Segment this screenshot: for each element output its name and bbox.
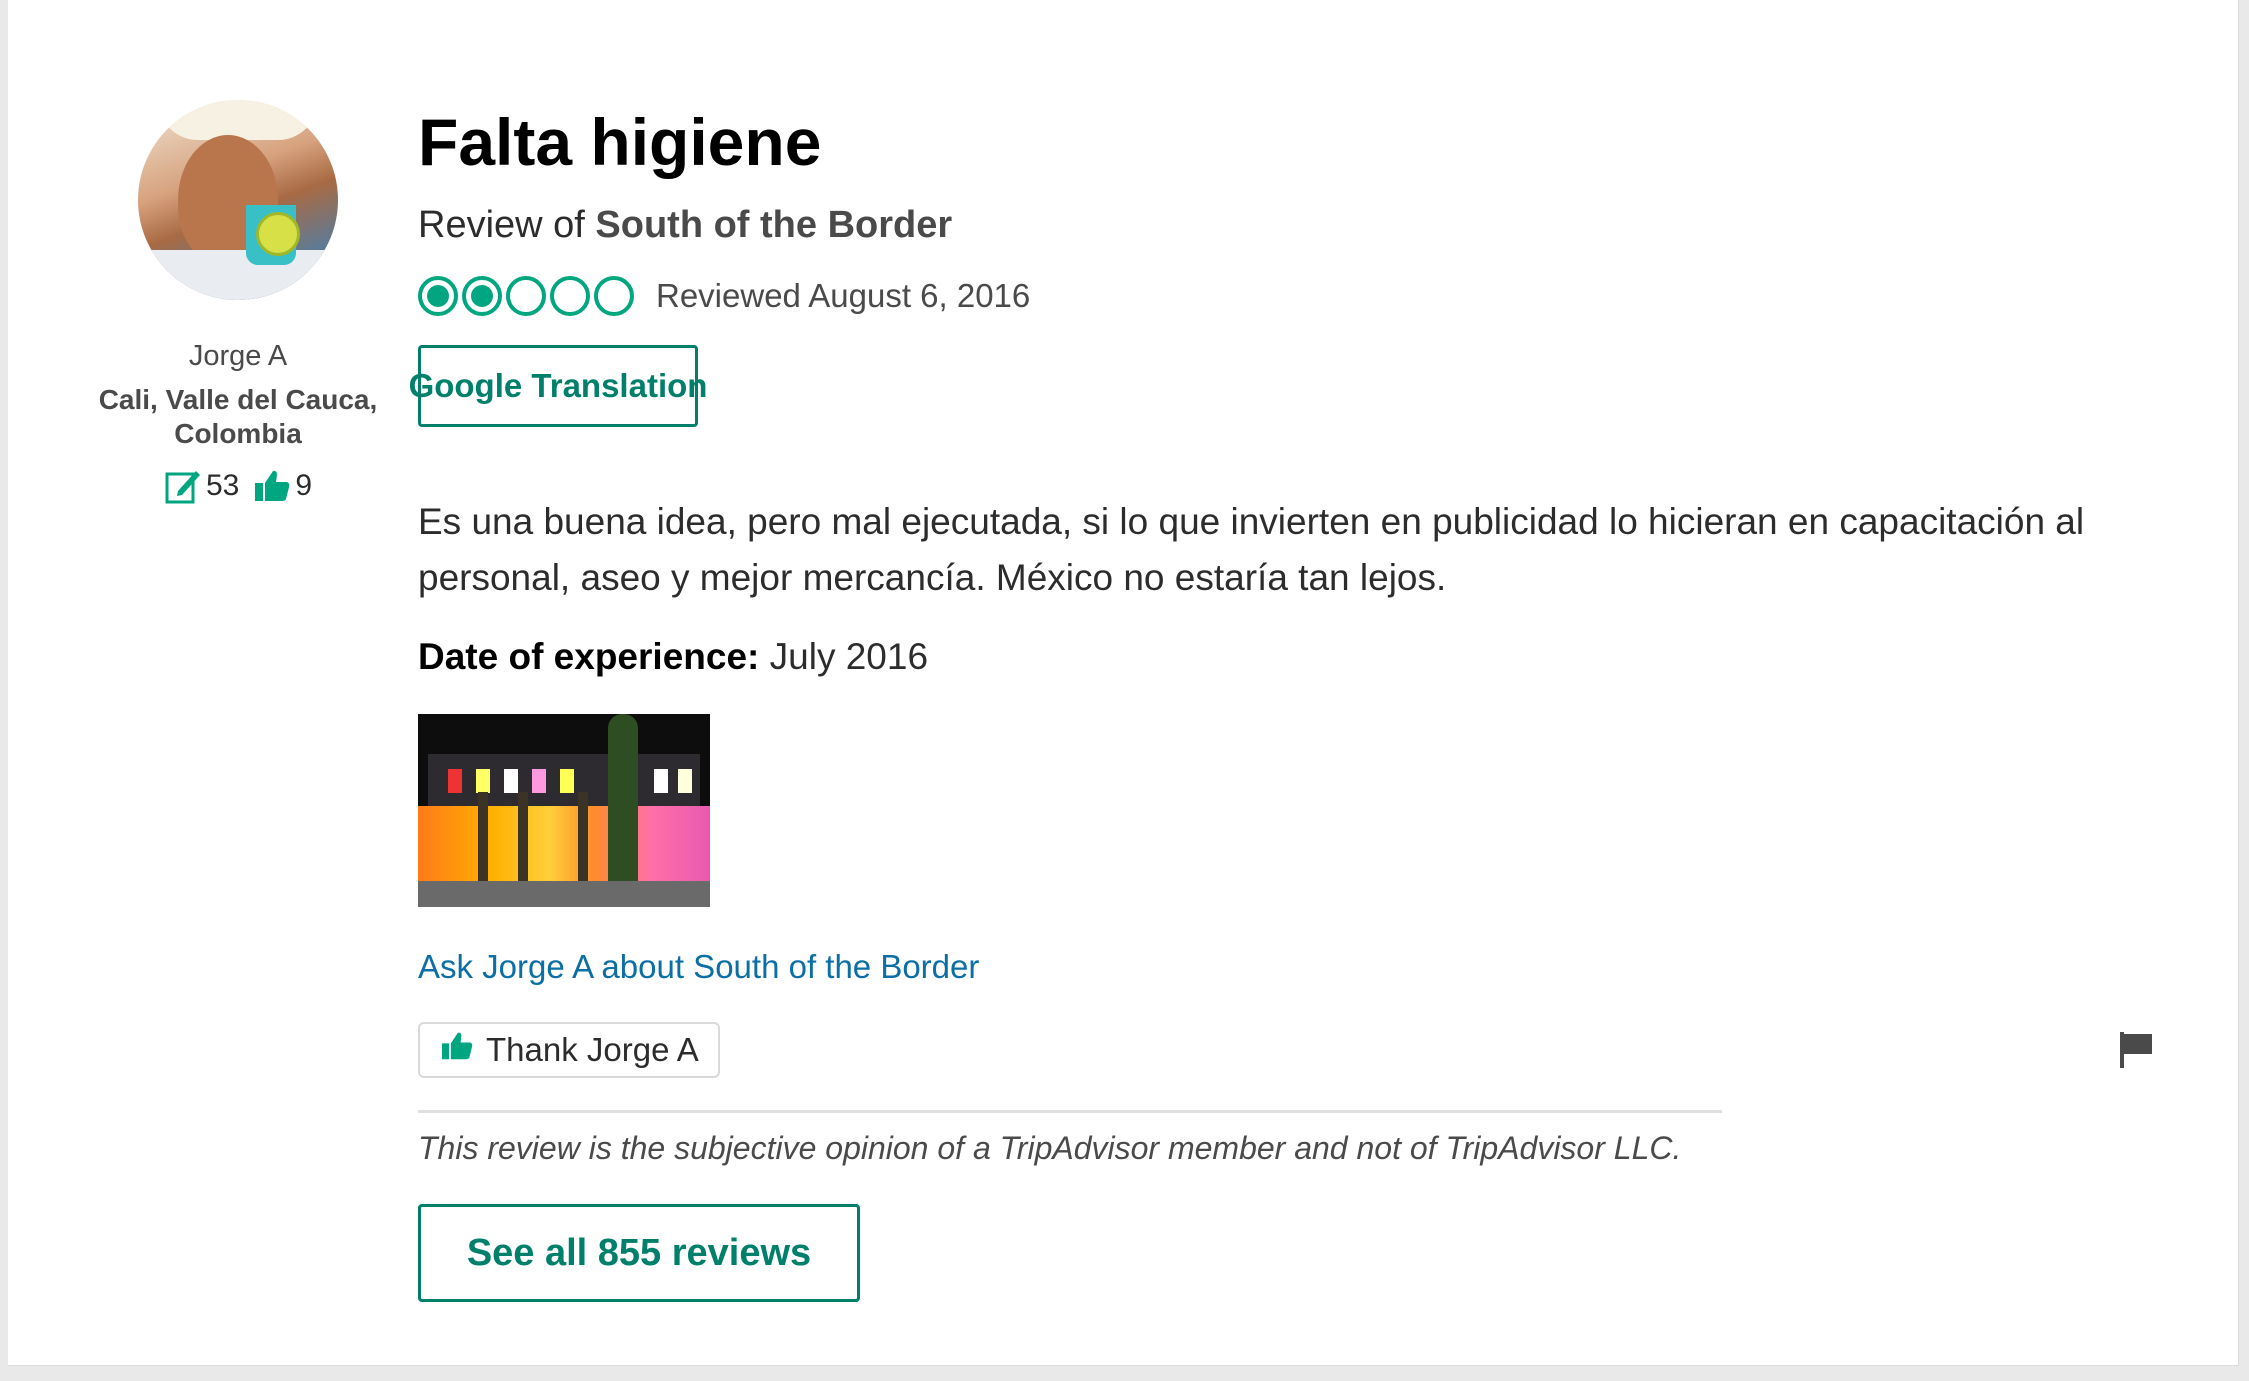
ask-member-link[interactable]: Ask Jorge A about South of the Border xyxy=(418,948,979,986)
pencil-square-icon xyxy=(164,467,202,505)
rating-bubble-icon xyxy=(462,276,502,316)
rating-bubble-icon xyxy=(594,276,634,316)
review-disclaimer: This review is the subjective opinion of… xyxy=(418,1130,1682,1166)
review-text: Es una buena idea, pero mal ejecutada, s… xyxy=(418,501,2085,598)
review-of-prefix: Review of xyxy=(418,204,585,246)
place-name-link[interactable]: South of the Border xyxy=(595,204,952,246)
member-stats: 53 9 xyxy=(68,467,408,505)
helpful-votes-stat: 9 xyxy=(253,467,312,505)
flag-icon[interactable] xyxy=(2118,1030,2154,1075)
thumbs-up-icon xyxy=(253,467,291,505)
member-location: Cali, Valle del Cauca, Colombia xyxy=(98,384,378,449)
see-all-reviews-button[interactable]: See all 855 reviews xyxy=(418,1204,860,1302)
date-of-experience-value: July 2016 xyxy=(769,636,929,677)
reviews-count: 53 xyxy=(205,469,240,502)
review-of: Review of South of the Border xyxy=(418,204,952,247)
review-photo-thumbnail[interactable] xyxy=(418,714,710,907)
member-info: Jorge A Cali, Valle del Cauca, Colombia … xyxy=(68,100,408,505)
bubble-rating xyxy=(418,276,634,316)
rating-bubble-icon xyxy=(550,276,590,316)
thank-button-label: Thank Jorge A xyxy=(486,1031,699,1068)
date-of-experience: Date of experience: July 2016 xyxy=(418,636,928,678)
avatar[interactable] xyxy=(138,100,338,300)
reviews-count-stat: 53 xyxy=(164,467,239,505)
rating-bubble-icon xyxy=(418,276,458,316)
review-card: Jorge A Cali, Valle del Cauca, Colombia … xyxy=(8,0,2239,1366)
member-username[interactable]: Jorge A xyxy=(68,340,408,373)
review-title: Falta higiene xyxy=(418,105,822,179)
divider xyxy=(418,1110,1722,1113)
helpful-votes-count: 9 xyxy=(295,469,313,502)
reviewed-date: Reviewed August 6, 2016 xyxy=(656,277,1031,314)
google-translation-button[interactable]: Google Translation xyxy=(409,345,707,427)
thank-member-button[interactable]: Thank Jorge A xyxy=(418,1022,720,1078)
rating-row: Reviewed August 6, 2016 xyxy=(418,276,1030,316)
thumbs-up-icon xyxy=(440,1031,474,1069)
rating-bubble-icon xyxy=(506,276,546,316)
date-of-experience-label: Date of experience: xyxy=(418,636,760,677)
